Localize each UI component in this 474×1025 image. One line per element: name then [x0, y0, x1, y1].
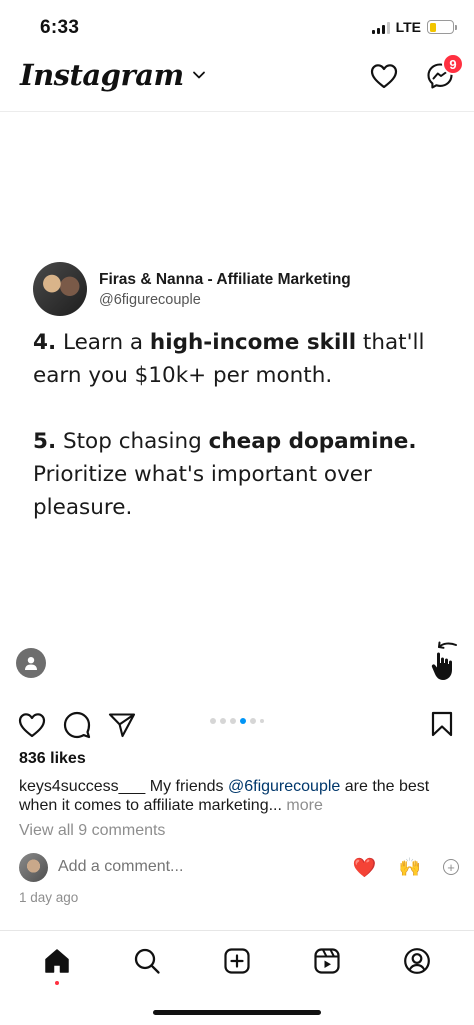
create-post-icon [224, 947, 250, 974]
slide-point-5: 5. Stop chasing cheap dopamine. Prioriti… [33, 429, 417, 520]
header-actions: 9 [370, 53, 464, 90]
tab-search[interactable] [125, 939, 169, 983]
swipe-hand-icon [431, 641, 457, 680]
feed-switcher[interactable]: Instagram [20, 58, 206, 92]
instagram-logo: Instagram [20, 58, 184, 92]
messenger-button[interactable]: 9 [426, 53, 464, 90]
caption-username[interactable]: keys4success___ [19, 778, 145, 795]
share-button[interactable] [108, 712, 136, 738]
reels-icon [314, 947, 340, 974]
add-reaction-button[interactable]: + [443, 859, 459, 875]
network-label: LTE [395, 19, 421, 35]
view-comments-link[interactable]: View all 9 comments [19, 822, 165, 840]
swipe-hint[interactable] [430, 640, 464, 687]
carousel-dot [260, 719, 264, 723]
carousel-dot [240, 718, 246, 724]
chevron-down-icon [192, 71, 205, 79]
home-icon [45, 948, 69, 973]
tagged-users-button[interactable] [16, 648, 46, 678]
home-indicator [153, 1010, 321, 1015]
profile-icon [404, 947, 430, 974]
caption-text: My friends [145, 778, 228, 795]
caption-mention[interactable]: @6figurecouple [228, 778, 340, 795]
tab-create[interactable] [215, 939, 259, 983]
add-comment-row: ❤️ 🙌 + [19, 851, 459, 883]
unread-dot [55, 980, 59, 985]
save-area [430, 711, 454, 742]
carousel-dot [250, 718, 256, 724]
post-media[interactable]: Firas & Nanna - Affiliate Marketing @6fi… [0, 112, 474, 702]
quick-reaction-raised-hands[interactable]: 🙌 [399, 857, 421, 878]
slide-author: Firas & Nanna - Affiliate Marketing @6fi… [33, 262, 351, 316]
tab-profile[interactable] [395, 939, 439, 983]
tab-reels[interactable] [305, 939, 349, 983]
author-handle: @6figurecouple [99, 291, 201, 308]
search-icon [134, 948, 160, 974]
battery-level [429, 22, 436, 32]
slide-point-4: 4. Learn a high-income skill that'll ear… [33, 330, 425, 388]
post-action-bar [0, 702, 474, 744]
carousel-dot [220, 718, 226, 724]
battery-icon [427, 20, 457, 34]
author-avatar [33, 262, 87, 316]
status-indicators: LTE [371, 19, 457, 35]
quick-reactions: ❤️ 🙌 + [353, 856, 459, 879]
viewer-avatar [19, 852, 48, 882]
heart-icon [18, 713, 46, 738]
post-timestamp: 1 day ago [19, 890, 79, 905]
quick-reaction-heart[interactable]: ❤️ [353, 856, 377, 879]
tab-home[interactable] [35, 939, 79, 985]
author-name: Firas & Nanna - Affiliate Marketing [99, 270, 351, 288]
likes-count[interactable]: 836 likes [19, 750, 86, 768]
slide-text: 4. Learn a high-income skill that'll ear… [33, 326, 453, 557]
tab-bar [0, 930, 474, 990]
caption: keys4success___ My friends @6figurecoupl… [19, 777, 459, 815]
comment-input[interactable] [58, 858, 308, 876]
comment-icon [63, 711, 91, 739]
post-actions [18, 711, 136, 739]
app-header: Instagram 9 [0, 52, 474, 112]
comment-button[interactable] [63, 711, 91, 739]
like-button[interactable] [18, 712, 46, 738]
status-time: 6:33 [40, 17, 80, 38]
bookmark-icon [431, 711, 453, 737]
carousel-dot [210, 718, 216, 724]
caption-more-link[interactable]: more [286, 797, 322, 814]
notifications-button[interactable] [370, 63, 398, 89]
carousel-dot [230, 718, 236, 724]
save-button[interactable] [430, 711, 454, 737]
carousel-indicator [210, 718, 264, 724]
caption-ellipsis: ... [268, 797, 287, 814]
signal-icon [371, 21, 390, 34]
heart-icon [370, 64, 398, 89]
user-icon [25, 657, 37, 670]
send-icon [108, 713, 136, 738]
notification-badge: 9 [442, 53, 464, 75]
status-bar: 6:33 LTE [0, 0, 474, 52]
